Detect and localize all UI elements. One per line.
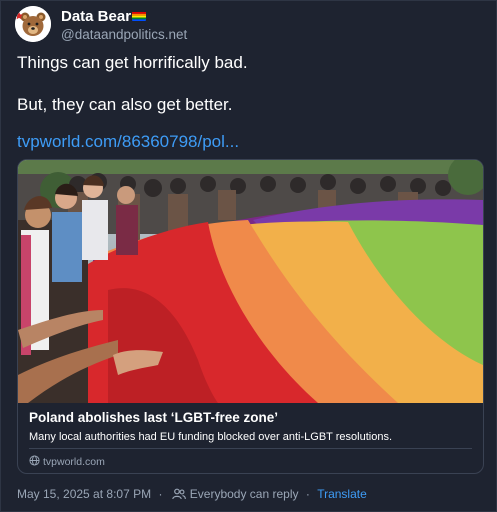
reply-setting[interactable]: Everybody can reply: [190, 487, 299, 501]
rainbow-flag-crowd-photo: [18, 160, 483, 403]
translate-button[interactable]: Translate: [317, 487, 367, 501]
rainbow-flag-icon: [132, 10, 146, 21]
post-container: Data Bear @dataandpolitics.net Things ca…: [0, 0, 497, 512]
meta-separator-2: ·: [305, 487, 310, 501]
author-display-name[interactable]: Data Bear: [61, 8, 131, 25]
post-link[interactable]: tvpworld.com/86360798/pol...: [17, 132, 239, 152]
author-handle[interactable]: @dataandpolitics.net: [61, 27, 187, 42]
globe-icon: [29, 455, 40, 466]
post-text-line-2: But, they can also get better.: [17, 95, 233, 114]
card-domain-text: tvpworld.com: [43, 456, 105, 468]
card-title: Poland abolishes last ‘LGBT-free zone’: [29, 410, 279, 425]
post-text-line-1: Things can get horrifically bad.: [17, 53, 248, 72]
bear-avatar-icon[interactable]: [15, 6, 51, 42]
post-meta-row: May 15, 2025 at 8:07 PM · Everybody can …: [17, 487, 367, 501]
card-divider: [29, 448, 472, 449]
card-description: Many local authorities had EU funding bl…: [29, 431, 392, 443]
people-icon: [171, 488, 186, 500]
post-timestamp[interactable]: May 15, 2025 at 8:07 PM: [17, 487, 151, 501]
meta-separator: ·: [158, 487, 163, 501]
card-domain: tvpworld.com: [29, 455, 105, 468]
link-preview-card[interactable]: Poland abolishes last ‘LGBT-free zone’ M…: [17, 159, 484, 474]
